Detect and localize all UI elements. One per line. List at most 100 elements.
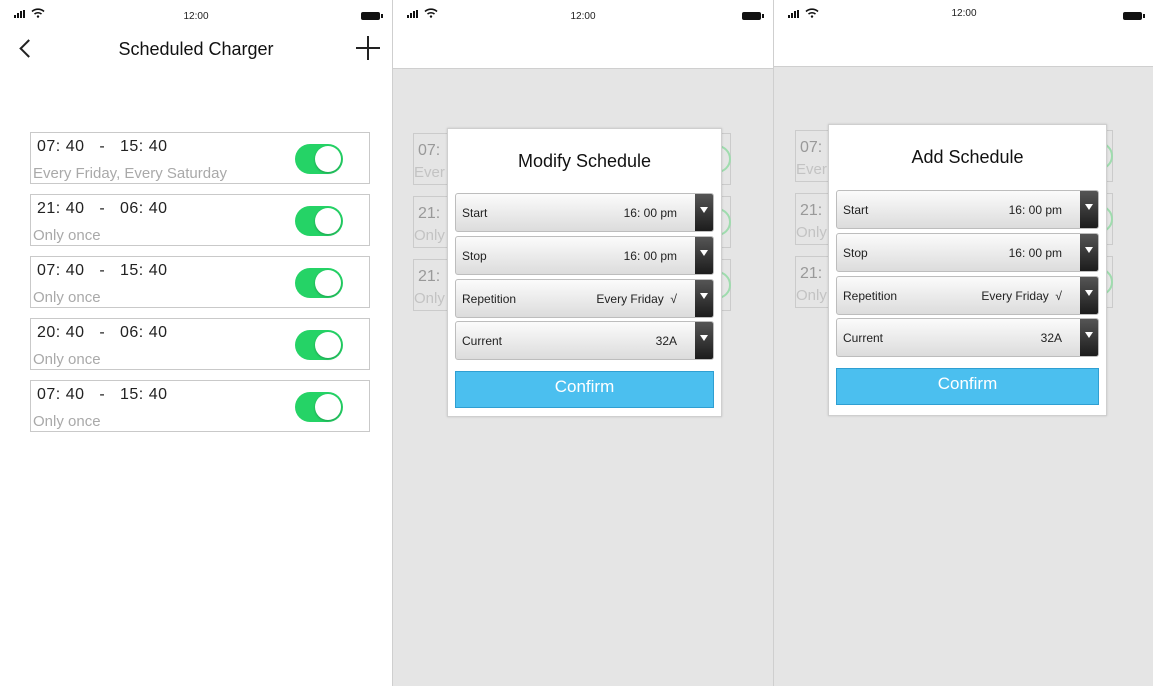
dropdown-arrow-icon[interactable] <box>1080 277 1098 314</box>
current-select[interactable]: Current 32A <box>836 318 1099 357</box>
schedule-item[interactable]: 07: 40 - 15: 40 Only once <box>30 380 370 432</box>
background-time: 07: <box>800 139 823 156</box>
field-value: 32A <box>655 334 677 348</box>
enable-toggle[interactable] <box>295 268 343 298</box>
confirm-button[interactable]: Confirm <box>455 371 714 408</box>
stop-time: 15: 40 <box>120 138 168 155</box>
enable-toggle[interactable] <box>295 330 343 360</box>
schedule-item[interactable]: 21: 40 - 06: 40 Only once <box>30 194 370 246</box>
battery-icon <box>361 12 383 20</box>
dropdown-arrow-icon[interactable] <box>1080 319 1098 356</box>
dropdown-arrow-icon[interactable] <box>695 194 713 231</box>
schedule-time-range: 07: 40 - 15: 40 <box>37 386 167 404</box>
repetition-select[interactable]: Repetition Every Friday √ <box>455 279 714 318</box>
repeat-text: Only once <box>33 413 101 430</box>
field-label: Stop <box>462 249 487 263</box>
field-label: Current <box>462 334 503 348</box>
repeat-text: Only once <box>33 289 101 306</box>
status-time: 12:00 <box>183 11 209 22</box>
confirm-button[interactable]: Confirm <box>836 368 1099 405</box>
start-time-select[interactable]: Start 16: 00 pm <box>455 193 714 232</box>
background-repeat: Only <box>414 290 445 307</box>
background-time: 21: <box>800 265 823 282</box>
field-label: Stop <box>843 246 868 260</box>
modify-schedule-dialog: Modify Schedule Start 16: 00 pm Stop 16:… <box>447 128 722 417</box>
repeat-text: Only once <box>33 227 101 244</box>
field-value: 16: 00 pm <box>623 249 677 263</box>
schedule-item[interactable]: 07: 40 - 15: 40 Every Friday, Every Satu… <box>30 132 370 184</box>
nav-bar: Scheduled Charger <box>0 30 392 70</box>
dropdown-arrow-icon[interactable] <box>1080 234 1098 271</box>
start-time: 07: 40 <box>37 262 85 279</box>
status-time: 12:00 <box>570 11 596 22</box>
status-bar: 12:00 <box>774 0 1153 30</box>
start-time-select[interactable]: Start 16: 00 pm <box>836 190 1099 229</box>
background-repeat: Ever <box>796 161 827 178</box>
repeat-text: Every Friday, Every Saturday <box>33 165 227 182</box>
add-schedule-button[interactable] <box>356 36 380 60</box>
background-time: 21: <box>800 202 823 219</box>
battery-icon <box>742 12 764 20</box>
field-value: 32A <box>1040 331 1062 345</box>
stop-time: 15: 40 <box>120 262 168 279</box>
dropdown-arrow-icon[interactable] <box>1080 191 1098 228</box>
enable-toggle[interactable] <box>295 206 343 236</box>
time-separator: - <box>99 262 106 279</box>
dialog-title: Add Schedule <box>911 147 1024 167</box>
stop-time-select[interactable]: Stop 16: 00 pm <box>455 236 714 275</box>
background-repeat: Ever <box>414 164 445 181</box>
enable-toggle[interactable] <box>295 144 343 174</box>
field-value: Every Friday √ <box>981 289 1062 303</box>
background-repeat: Only <box>796 287 827 304</box>
current-select[interactable]: Current 32A <box>455 321 714 360</box>
background-time: 07: <box>418 142 441 159</box>
field-label: Current <box>843 331 884 345</box>
field-value: 16: 00 pm <box>1008 246 1062 260</box>
dropdown-arrow-icon[interactable] <box>695 237 713 274</box>
page-title: Scheduled Charger <box>118 39 274 59</box>
field-label: Start <box>462 206 488 220</box>
field-label: Repetition <box>843 289 898 303</box>
field-label: Repetition <box>462 292 517 306</box>
time-separator: - <box>99 138 106 155</box>
schedule-item[interactable]: 20: 40 - 06: 40 Only once <box>30 318 370 370</box>
add-schedule-dialog: Add Schedule Start 16: 00 pm Stop 16: 00… <box>828 124 1107 416</box>
modify-schedule-screen: 12:00 07: Ever 21: Only 21: Only Modify … <box>392 0 773 686</box>
field-value: 16: 00 pm <box>1008 203 1062 217</box>
background-repeat: Only <box>414 227 445 244</box>
field-value: 16: 00 pm <box>623 206 677 220</box>
time-separator: - <box>99 324 106 341</box>
start-time: 20: 40 <box>37 324 85 341</box>
time-separator: - <box>99 386 106 403</box>
dropdown-arrow-icon[interactable] <box>695 280 713 317</box>
stop-time: 15: 40 <box>120 386 168 403</box>
background-time: 21: <box>418 205 441 222</box>
field-label: Start <box>843 203 869 217</box>
field-value: Every Friday √ <box>596 292 677 306</box>
stop-time: 06: 40 <box>120 324 168 341</box>
repetition-select[interactable]: Repetition Every Friday √ <box>836 276 1099 315</box>
background-repeat: Only <box>796 224 827 241</box>
status-time: 12:00 <box>951 8 977 19</box>
status-bar: 12:00 <box>0 0 392 30</box>
dropdown-arrow-icon[interactable] <box>695 322 713 359</box>
add-schedule-screen: 12:00 07: Ever 21: Only 21: Only Add Sch… <box>773 0 1153 686</box>
dialog-title: Modify Schedule <box>517 151 652 171</box>
battery-icon <box>1123 12 1145 20</box>
schedule-time-range: 21: 40 - 06: 40 <box>37 200 167 218</box>
background-time: 21: <box>418 268 441 285</box>
schedule-list: 07: 40 - 15: 40 Every Friday, Every Satu… <box>30 132 370 442</box>
schedule-time-range: 20: 40 - 06: 40 <box>37 324 167 342</box>
schedule-time-range: 07: 40 - 15: 40 <box>37 138 167 156</box>
start-time: 07: 40 <box>37 386 85 403</box>
status-bar: 12:00 <box>393 0 773 30</box>
stop-time-select[interactable]: Stop 16: 00 pm <box>836 233 1099 272</box>
stop-time: 06: 40 <box>120 200 168 217</box>
scheduled-charger-screen: 12:00 Scheduled Charger 07: 40 - 15: 40 … <box>0 0 392 686</box>
enable-toggle[interactable] <box>295 392 343 422</box>
time-separator: - <box>99 200 106 217</box>
schedule-time-range: 07: 40 - 15: 40 <box>37 262 167 280</box>
schedule-item[interactable]: 07: 40 - 15: 40 Only once <box>30 256 370 308</box>
repeat-text: Only once <box>33 351 101 368</box>
start-time: 21: 40 <box>37 200 85 217</box>
